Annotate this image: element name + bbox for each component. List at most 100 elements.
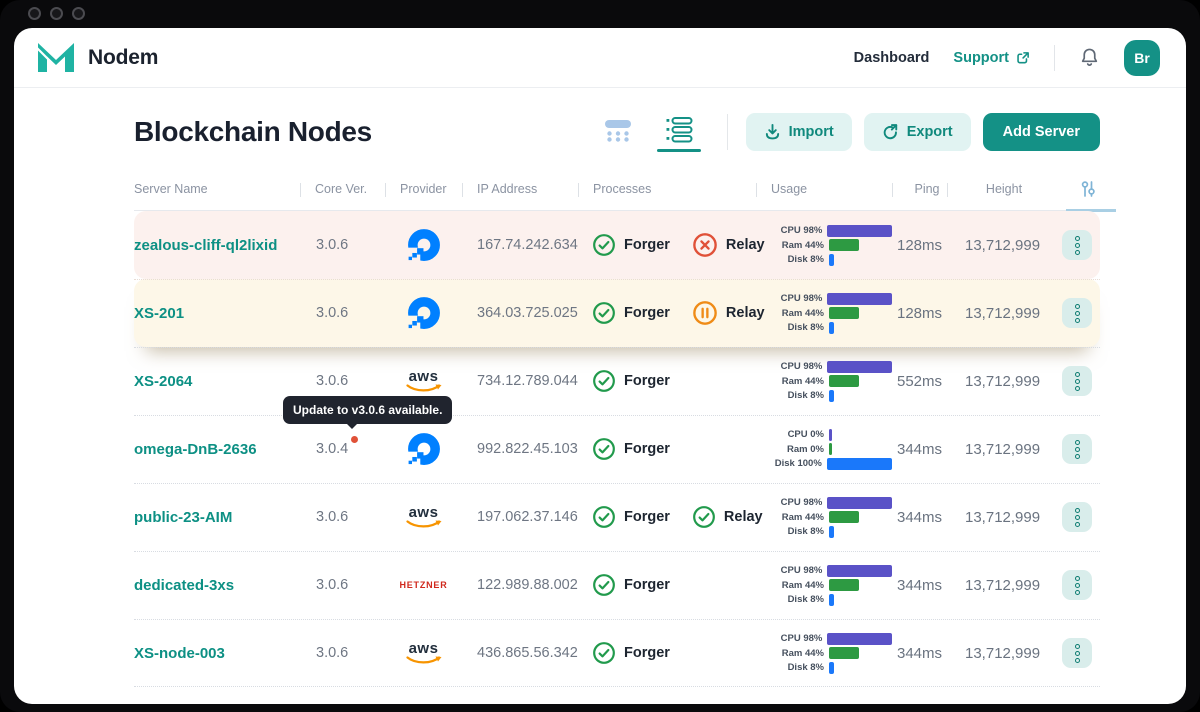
- col-core-ver[interactable]: Core Ver.: [300, 182, 385, 197]
- window-controls: [28, 7, 85, 20]
- window-close-button[interactable]: [28, 7, 41, 20]
- list-view-button[interactable]: [653, 115, 705, 152]
- row-menu-button[interactable]: [1062, 366, 1092, 396]
- disk-usage-bar: [826, 457, 892, 470]
- core-version: 3.0.6: [316, 645, 349, 661]
- row-menu-button[interactable]: [1062, 434, 1092, 464]
- ram-usage-bar: [829, 375, 859, 387]
- provider-cell: aws: [385, 505, 462, 529]
- cpu-usage-label: CPU 98%: [780, 361, 823, 372]
- col-height[interactable]: Height: [947, 182, 1046, 197]
- provider-cell: aws: [385, 641, 462, 665]
- disk-usage-bar: [829, 525, 835, 538]
- export-button[interactable]: Export: [863, 113, 971, 151]
- status-error-icon: [693, 233, 717, 257]
- ping-value: 344ms: [896, 644, 943, 662]
- core-version-cell: 3.0.4 Update to v3.0.6 available.: [283, 396, 453, 457]
- server-name-link[interactable]: dedicated-3xs: [134, 577, 300, 594]
- col-server-name[interactable]: Server Name: [134, 182, 300, 196]
- ram-usage-bar: [829, 511, 859, 523]
- table-row[interactable]: public-23-AIM 3.0.6 aws 197.062.37.146 F…: [134, 483, 1100, 551]
- import-button[interactable]: Import: [745, 113, 852, 151]
- cpu-usage-label: CPU 0%: [787, 429, 824, 440]
- aws-logo: aws: [405, 369, 442, 393]
- server-name-link[interactable]: public-23-AIM: [134, 509, 300, 526]
- disk-usage-label: Disk 8%: [787, 526, 824, 537]
- col-ip-address[interactable]: IP Address: [462, 182, 578, 197]
- table-row[interactable]: dedicated-3xs 3.0.6 HETZNER 122.989.88.0…: [134, 551, 1100, 619]
- update-tooltip: Update to v3.0.6 available.: [283, 396, 453, 429]
- avatar[interactable]: Br: [1124, 39, 1160, 76]
- nav-support-label: Support: [953, 49, 1009, 66]
- usage-cell: CPU 98% Ram 44% Disk 8%: [756, 562, 892, 608]
- process-badge-forger: Forger: [592, 301, 670, 325]
- brand-name: Nodem: [88, 45, 159, 69]
- aws-logo: aws: [405, 641, 442, 665]
- window-minimize-button[interactable]: [50, 7, 63, 20]
- provider-cell: [385, 296, 462, 330]
- brand: Nodem: [35, 41, 158, 75]
- add-server-label: Add Server: [1002, 124, 1080, 140]
- table-row[interactable]: XS-201 3.0.6 364.03.725.025 Forger Relay…: [134, 279, 1100, 347]
- cpu-usage-label: CPU 98%: [780, 225, 823, 236]
- notifications-button[interactable]: [1079, 47, 1100, 68]
- table-row[interactable]: XS-node-003 3.0.6 aws 436.865.56.342 For…: [134, 619, 1100, 687]
- filter-button[interactable]: [1078, 179, 1098, 199]
- aws-smile-icon: [405, 656, 441, 664]
- row-menu-button[interactable]: [1062, 502, 1092, 532]
- disk-usage-bar: [829, 593, 835, 606]
- processes-cell: Forger Relay: [578, 300, 765, 326]
- grid-view-button[interactable]: [599, 115, 637, 149]
- ram-usage-bar: [829, 579, 859, 591]
- list-view-icon: [666, 117, 693, 143]
- col-provider[interactable]: Provider: [385, 182, 462, 197]
- nodem-logo-icon: [36, 42, 74, 72]
- disk-usage-bar: [829, 321, 835, 334]
- kebab-dot: [1074, 317, 1080, 323]
- server-name-link[interactable]: XS-2064: [134, 373, 300, 390]
- kebab-dot: [1074, 310, 1080, 316]
- ram-usage-label: Ram 44%: [781, 307, 824, 319]
- window-maximize-button[interactable]: [72, 7, 85, 20]
- ram-usage-bar: [829, 239, 859, 251]
- server-name-link[interactable]: zealous-cliff-ql2lixid: [134, 237, 300, 254]
- col-ping[interactable]: Ping: [892, 182, 947, 197]
- kebab-dot: [1074, 439, 1080, 445]
- col-usage[interactable]: Usage: [756, 182, 892, 197]
- grid-view-icon: [604, 120, 631, 142]
- export-label: Export: [906, 124, 953, 140]
- kebab-dot: [1074, 378, 1080, 384]
- status-ok-icon: [593, 234, 615, 256]
- update-indicator[interactable]: [351, 436, 359, 443]
- row-menu-button[interactable]: [1062, 230, 1092, 260]
- table-row[interactable]: XS-2064 3.0.6 aws 734.12.789.044 Forger …: [134, 347, 1100, 415]
- row-menu-button[interactable]: [1062, 638, 1092, 668]
- import-icon: [765, 123, 779, 140]
- status-paused-icon: [693, 301, 717, 325]
- cpu-usage-label: CPU 98%: [780, 565, 823, 576]
- process-label: Forger: [624, 577, 670, 593]
- process-badge-forger: Forger: [592, 573, 670, 597]
- nav-dashboard[interactable]: Dashboard: [854, 50, 930, 66]
- kebab-dot: [1074, 446, 1080, 452]
- process-badge-forger: Forger: [592, 233, 670, 257]
- table-row[interactable]: omega-DnB-2636 3.0.4 Update to v3.0.6 ava…: [134, 396, 1100, 483]
- add-server-button[interactable]: Add Server: [982, 113, 1100, 151]
- digitalocean-logo-icon: [406, 433, 440, 466]
- server-name-link[interactable]: XS-201: [134, 305, 300, 322]
- nav-support[interactable]: Support: [953, 50, 1030, 66]
- status-ok-icon: [593, 642, 615, 664]
- table-row[interactable]: zealous-cliff-ql2lixid 3.0.6 167.74.242.…: [134, 211, 1100, 279]
- col-processes[interactable]: Processes: [578, 182, 756, 197]
- process-badge-forger: Forger: [592, 369, 670, 393]
- core-version: 3.0.6: [316, 305, 349, 321]
- block-height: 13,712,999: [965, 236, 1041, 254]
- process-label: Forger: [624, 509, 670, 525]
- row-menu-button[interactable]: [1062, 298, 1092, 328]
- disk-usage-bar: [829, 389, 835, 402]
- server-name-link[interactable]: XS-node-003: [134, 645, 300, 662]
- cpu-usage-bar: [827, 292, 892, 305]
- row-menu-button[interactable]: [1062, 570, 1092, 600]
- block-height: 13,712,999: [965, 304, 1041, 322]
- server-name-link[interactable]: omega-DnB-2636: [134, 441, 300, 458]
